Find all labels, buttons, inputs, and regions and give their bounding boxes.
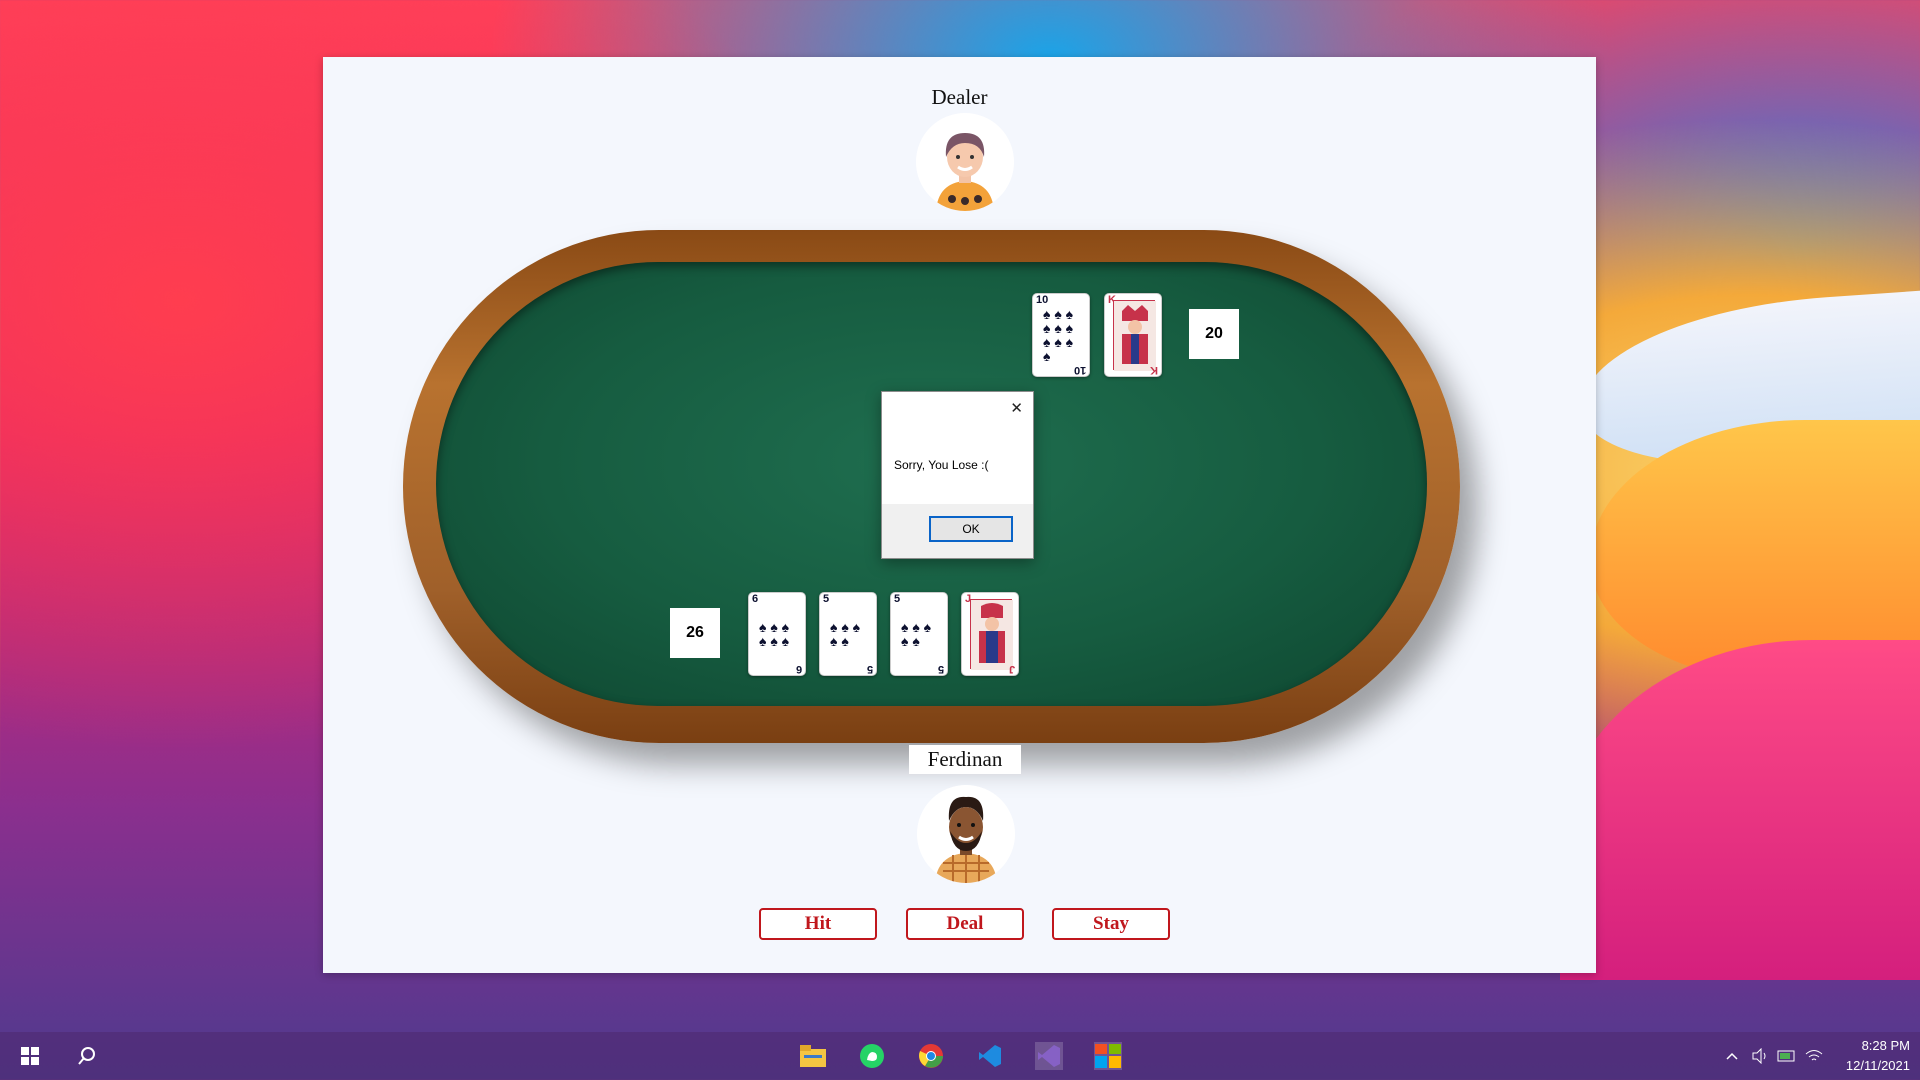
volume-icon[interactable]	[1750, 1042, 1770, 1070]
player-avatar	[917, 785, 1015, 883]
spade-icon: ♠ ♠ ♠ ♠ ♠	[901, 619, 932, 649]
spade-icon: ♠ ♠ ♠ ♠ ♠	[830, 619, 861, 649]
spade-icon: ♠ ♠ ♠ ♠ ♠ ♠ ♠ ♠ ♠ ♠	[1043, 306, 1074, 364]
chevron-up-icon[interactable]	[1724, 1042, 1740, 1070]
card-rank: 10	[1073, 364, 1086, 376]
player-card: 5 ♠ ♠ ♠ ♠ ♠ 5	[890, 592, 948, 676]
stay-button[interactable]: Stay	[1052, 908, 1170, 940]
file-explorer-icon[interactable]	[799, 1042, 827, 1070]
deal-button[interactable]: Deal	[906, 908, 1024, 940]
king-face-icon	[1113, 300, 1156, 371]
clock-time[interactable]: 8:28 PM	[1820, 1038, 1910, 1053]
vscode-icon[interactable]	[976, 1042, 1004, 1070]
ok-button[interactable]: OK	[929, 516, 1013, 542]
dealer-name-label: Dealer	[931, 85, 988, 109]
spade-icon: ♠ ♠ ♠ ♠ ♠ ♠	[759, 619, 790, 649]
whatsapp-icon[interactable]	[858, 1042, 886, 1070]
card-rank: 5	[894, 593, 901, 605]
hit-button[interactable]: Hit	[759, 908, 877, 940]
dealer-card: 10 ♠ ♠ ♠ ♠ ♠ ♠ ♠ ♠ ♠ ♠ 10	[1032, 293, 1090, 377]
windows-start-icon[interactable]	[16, 1042, 44, 1070]
card-rank: J	[1008, 663, 1015, 675]
card-rank: K	[1150, 364, 1158, 376]
message-dialog: ✕ Sorry, You Lose :( OK	[881, 391, 1034, 559]
card-rank: 5	[866, 663, 873, 675]
chrome-icon[interactable]	[917, 1042, 945, 1070]
visual-studio-icon[interactable]	[1035, 1042, 1063, 1070]
taskbar: 8:28 PM 12/11/2021	[0, 1032, 1920, 1080]
card-rank: 6	[795, 663, 802, 675]
player-name-label: Ferdinan	[909, 745, 1021, 774]
card-rank: 5	[823, 593, 830, 605]
search-icon[interactable]	[73, 1042, 101, 1070]
wallpaper-wave	[1560, 640, 1920, 980]
player-score: 26	[670, 608, 720, 658]
clock-date[interactable]: 12/11/2021	[1820, 1058, 1910, 1073]
winforms-app-icon[interactable]	[1094, 1042, 1122, 1070]
battery-icon[interactable]	[1776, 1042, 1798, 1070]
close-icon[interactable]: ✕	[1010, 399, 1023, 417]
player-card: J J	[961, 592, 1019, 676]
dealer-score: 20	[1189, 309, 1239, 359]
dialog-footer: OK	[882, 504, 1033, 558]
blackjack-window: Dealer 10 ♠ ♠ ♠ ♠ ♠ ♠ ♠ ♠ ♠ ♠ 10 K K 20 …	[323, 57, 1596, 973]
jack-face-icon	[970, 599, 1013, 670]
card-rank: 5	[937, 663, 944, 675]
dealer-avatar	[916, 113, 1014, 211]
card-rank: 6	[752, 593, 759, 605]
player-card: 5 ♠ ♠ ♠ ♠ ♠ 5	[819, 592, 877, 676]
dialog-message: Sorry, You Lose :(	[894, 458, 989, 472]
dealer-card: K K	[1104, 293, 1162, 377]
player-card: 6 ♠ ♠ ♠ ♠ ♠ ♠ 6	[748, 592, 806, 676]
